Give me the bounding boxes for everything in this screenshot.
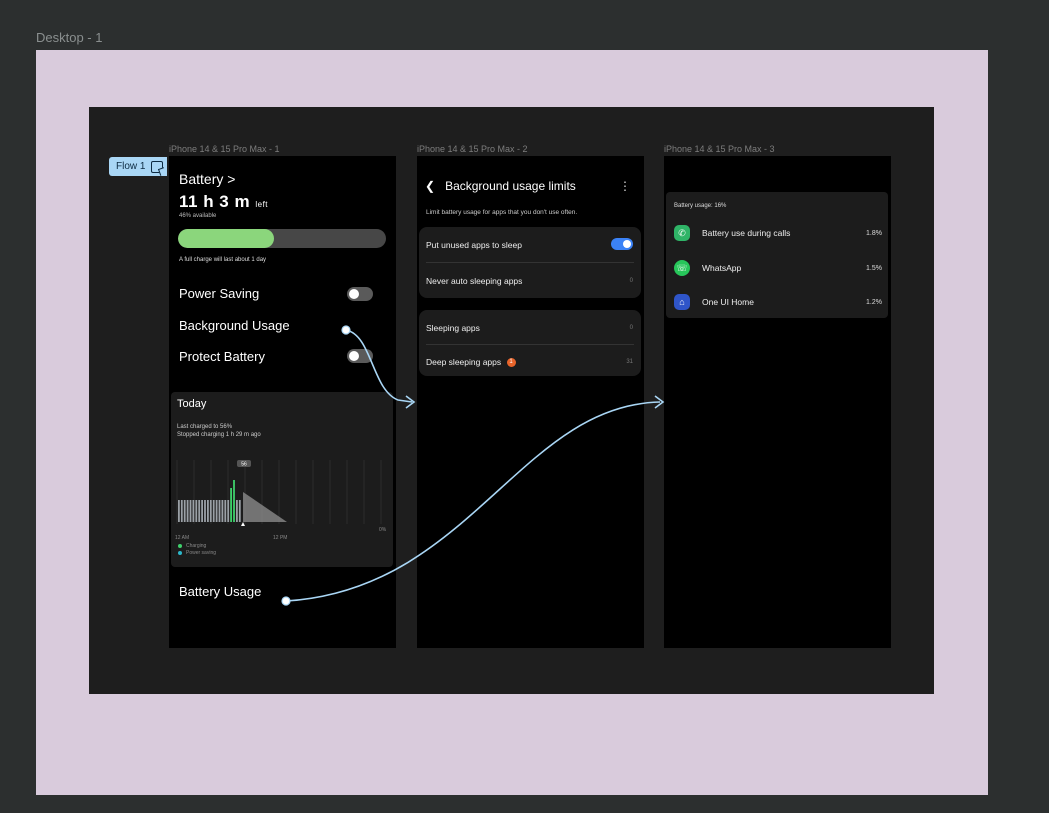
chart-bar [204, 500, 206, 522]
chart-projection [243, 492, 287, 522]
chart-bar [201, 500, 203, 522]
chart-bar [230, 488, 232, 522]
last-charged-text: Last charged to 56% [177, 424, 233, 430]
screen-title: Background usage limits [445, 179, 576, 193]
app-name: WhatsApp [702, 263, 742, 273]
battery-title[interactable]: Battery > [179, 171, 235, 187]
never-auto-count: 0 [629, 278, 633, 284]
flow-start-tag[interactable]: Flow 1 [109, 157, 167, 176]
chart-bars [178, 480, 241, 522]
chart-bar [192, 500, 195, 522]
chart-now-marker [241, 522, 245, 526]
battery-usage-screen: Battery usage: 16% ✆ Battery use during … [664, 156, 891, 648]
sleep-settings-card: Put unused apps to sleep Never auto slee… [419, 227, 641, 298]
stopped-charging-text: Stopped charging 1 h 29 m ago [177, 432, 261, 438]
play-flow-icon[interactable] [151, 160, 164, 173]
chart-bar [195, 500, 198, 522]
app-row-oneui-home[interactable]: ⌂ One UI Home 1.2% [674, 293, 882, 311]
home-icon: ⌂ [674, 294, 690, 310]
never-auto-label[interactable]: Never auto sleeping apps [426, 276, 522, 286]
charge-note: A full charge will last about 1 day [179, 257, 267, 263]
app-usage-card: Battery usage: 16% ✆ Battery use during … [666, 192, 888, 318]
chart-bar [212, 500, 215, 522]
battery-usage-chart: 56 12 AM 12 PM 0% [175, 460, 387, 541]
card-divider [426, 344, 634, 345]
back-icon[interactable]: ❮ [425, 179, 435, 193]
chart-x-start: 12 AM [175, 535, 189, 541]
sleeping-apps-card: Sleeping apps 0 Deep sleeping apps 1 31 [419, 310, 641, 376]
today-card: Today Last charged to 56% Stopped chargi… [171, 392, 393, 567]
put-unused-label[interactable]: Put unused apps to sleep [426, 240, 522, 250]
chart-bar [186, 500, 189, 522]
legend-charging-label: Charging [186, 543, 207, 549]
chart-bar [218, 500, 221, 522]
chart-bar [238, 500, 241, 522]
card-divider [426, 262, 634, 263]
legend-charging: Charging [178, 543, 206, 549]
battery-usage-item[interactable]: Battery Usage [179, 584, 261, 599]
chart-y-min: 0% [379, 527, 387, 533]
battery-level-bar [178, 229, 386, 248]
deep-sleeping-badge: 1 [506, 358, 516, 368]
chart-bar [178, 500, 180, 522]
frame-title[interactable]: Desktop - 1 [36, 30, 102, 45]
chart-bar [221, 500, 224, 522]
flow-label: Flow 1 [116, 161, 146, 172]
screen-header: ❮ Background usage limits [425, 179, 576, 193]
time-left-suffix: left [255, 200, 269, 209]
app-row-whatsapp[interactable]: ☏ WhatsApp 1.5% [674, 259, 882, 277]
time-left: 11 h 3 m left [179, 192, 268, 212]
chart-bar [180, 500, 183, 522]
chart-bar [236, 500, 238, 522]
app-name: One UI Home [702, 297, 754, 307]
frame-label-3[interactable]: iPhone 14 & 15 Pro Max - 3 [664, 144, 775, 154]
chart-bar [209, 500, 212, 522]
battery-level-fill [178, 229, 274, 248]
phone-icon: ✆ [674, 225, 690, 241]
legend-power-saving: Power saving [178, 550, 216, 556]
chart-bar [233, 480, 235, 522]
app-name: Battery use during calls [702, 228, 791, 238]
protect-battery-toggle[interactable] [347, 349, 373, 363]
chart-marker-label: 56 [241, 462, 247, 468]
background-usage-screen: ❮ Background usage limits ⋮ Limit batter… [417, 156, 644, 648]
screen-description: Limit battery usage for apps that you do… [426, 209, 578, 216]
deep-sleeping-item[interactable]: Deep sleeping apps 1 [426, 357, 516, 368]
power-saving-label: Power Saving [179, 286, 260, 301]
frame-label-1[interactable]: iPhone 14 & 15 Pro Max - 1 [169, 144, 280, 154]
app-percent: 1.2% [866, 298, 882, 306]
sleeping-apps-count: 0 [629, 325, 633, 331]
put-unused-toggle[interactable] [611, 238, 633, 250]
chart-bar [227, 500, 230, 522]
sleeping-apps-label[interactable]: Sleeping apps [426, 323, 480, 333]
chart-bar [215, 500, 218, 522]
power-saving-toggle[interactable] [347, 287, 373, 301]
app-percent: 1.5% [866, 264, 882, 272]
deep-sleeping-label: Deep sleeping apps [426, 357, 502, 367]
chart-bar [207, 500, 209, 522]
chart-bar [198, 500, 201, 522]
deep-sleeping-count: 31 [626, 359, 633, 365]
app-row-calls[interactable]: ✆ Battery use during calls 1.8% [674, 224, 882, 242]
chart-x-mid: 12 PM [273, 535, 287, 541]
frame-label-2[interactable]: iPhone 14 & 15 Pro Max - 2 [417, 144, 528, 154]
app-percent: 1.8% [866, 229, 882, 237]
battery-usage-header: Battery usage: 16% [674, 203, 727, 209]
protect-battery-label: Protect Battery [179, 349, 265, 364]
background-usage-item[interactable]: Background Usage [179, 318, 290, 333]
legend-power-saving-label: Power saving [186, 550, 217, 556]
power-saving-dot [178, 551, 182, 555]
chart-bar [189, 500, 192, 522]
today-title: Today [177, 398, 207, 410]
battery-available: 46% available [179, 213, 217, 219]
time-left-value: 11 h 3 m [179, 192, 251, 211]
chart-bar [183, 500, 186, 522]
charging-dot [178, 544, 182, 548]
battery-screen: Battery > 11 h 3 m left 46% available A … [169, 156, 396, 648]
whatsapp-icon: ☏ [674, 260, 690, 276]
chart-bar [224, 500, 227, 522]
today-summary: Last charged to 56% Stopped charging 1 h… [177, 423, 261, 439]
more-options-icon[interactable]: ⋮ [619, 179, 631, 193]
